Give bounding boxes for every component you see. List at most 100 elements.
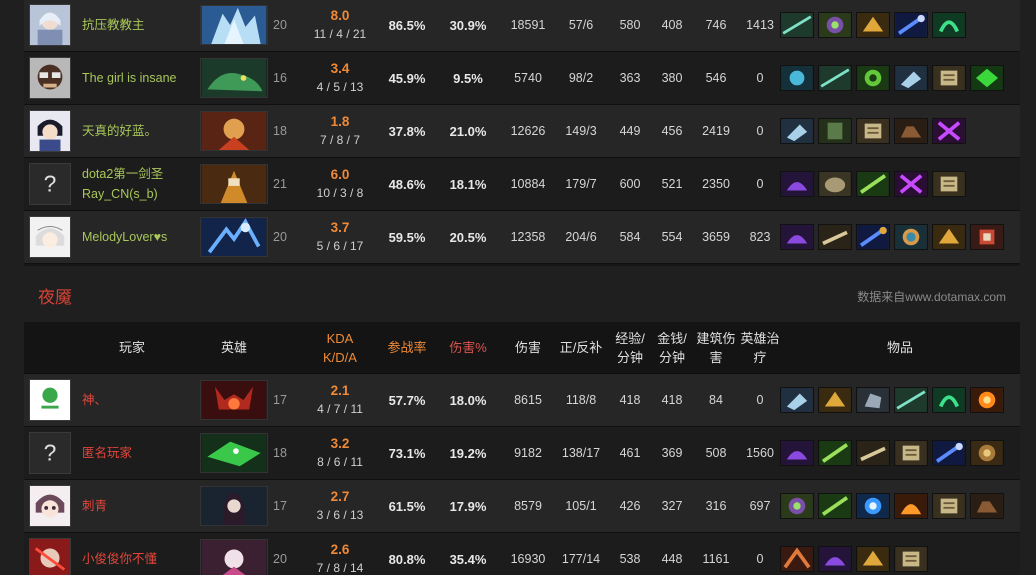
header-damage[interactable]: 伤害 [502,322,554,373]
xp-per-min: 538 [619,552,641,566]
hero-portrait[interactable] [200,539,268,575]
item-icon[interactable] [932,171,966,197]
damage-percent: 18.1% [449,176,487,192]
item-icon[interactable] [932,12,966,38]
item-icon[interactable] [970,493,1004,519]
avatar[interactable]: ? [29,432,71,474]
header-building[interactable]: 建筑伤害 [694,322,738,373]
item-icon[interactable] [780,224,814,250]
header-xpm[interactable]: 经验/分钟 [610,322,650,373]
player-name[interactable]: 小俊俊你不懂 [82,533,194,575]
item-icon[interactable] [970,440,1004,466]
kda-values: 7 / 8 / 14 [316,561,364,575]
building-damage: 746 [705,18,727,32]
table-row: ? dota2第一剑圣 Ray_CN(s_b) 21 6.0 10 / 3 / 8 … [24,158,1020,211]
avatar[interactable]: ? [29,163,71,205]
item-icon[interactable] [894,387,928,413]
header-participation[interactable]: 参战率 [374,322,440,373]
player-name[interactable]: The girl is insane [82,52,194,104]
item-list [780,105,966,157]
header-gpm[interactable]: 金钱/分钟 [652,322,692,373]
hero-portrait[interactable] [200,380,268,420]
item-icon[interactable] [856,118,890,144]
hero-portrait[interactable] [200,164,268,204]
avatar[interactable] [29,538,71,575]
item-icon[interactable] [932,493,966,519]
item-icon[interactable] [856,12,890,38]
table-row: The girl is insane 16 3.4 4 / 5 / 13 45.9… [24,52,1020,105]
item-icon[interactable] [818,171,852,197]
item-icon[interactable] [818,387,852,413]
item-icon[interactable] [932,65,966,91]
last-hits-denies: 149/3 [565,124,597,138]
hero-level: 16 [273,71,287,85]
building-damage: 2350 [702,177,730,191]
avatar[interactable] [29,379,71,421]
item-icon[interactable] [780,440,814,466]
item-icon[interactable] [818,546,852,572]
item-icon[interactable] [856,493,890,519]
header-last-hits[interactable]: 正/反补 [554,322,608,373]
item-icon[interactable] [856,224,890,250]
item-icon[interactable] [780,12,814,38]
item-icon[interactable] [818,493,852,519]
avatar[interactable] [29,216,71,258]
header-damage-percent[interactable]: 伤害% [440,322,496,373]
player-name[interactable]: MelodyLover♥s [82,211,194,263]
item-icon[interactable] [894,224,928,250]
item-icon[interactable] [894,493,928,519]
item-icon[interactable] [894,12,928,38]
player-name[interactable]: 天真的好蓝。 [82,105,194,157]
item-icon[interactable] [780,65,814,91]
item-icon[interactable] [818,224,852,250]
item-icon[interactable] [818,65,852,91]
item-icon[interactable] [894,65,928,91]
player-name[interactable]: dota2第一剑圣 Ray_CN(s_b) [82,158,194,210]
item-icon[interactable] [856,171,890,197]
item-icon[interactable] [818,12,852,38]
header-healing[interactable]: 英雄治疗 [738,322,782,373]
item-icon[interactable] [894,546,928,572]
item-icon[interactable] [818,118,852,144]
item-icon[interactable] [932,118,966,144]
kda-ratio: 1.8 [330,114,350,129]
item-icon[interactable] [780,493,814,519]
avatar[interactable] [29,485,71,527]
item-icon[interactable] [780,171,814,197]
header-kda[interactable]: KDA K/D/A [310,322,370,373]
item-icon[interactable] [894,440,928,466]
hero-portrait[interactable] [200,58,268,98]
hero-portrait[interactable] [200,486,268,526]
item-icon[interactable] [970,387,1004,413]
avatar[interactable] [29,57,71,99]
player-name[interactable]: 刺青 [82,480,194,532]
item-icon[interactable] [894,118,928,144]
hero-portrait[interactable] [200,5,268,45]
avatar[interactable] [29,110,71,152]
player-name[interactable]: 抗压教教主 [82,0,194,51]
player-name[interactable]: 神、 [82,374,194,426]
avatar[interactable] [29,4,71,46]
item-icon[interactable] [856,440,890,466]
item-icon[interactable] [856,65,890,91]
item-list [780,0,966,51]
hero-portrait[interactable] [200,111,268,151]
hero-healing: 0 [756,124,764,138]
data-source[interactable]: 数据来自www.dotamax.com [857,288,1006,305]
item-icon[interactable] [894,171,928,197]
damage-percent: 35.4% [449,551,487,567]
item-icon[interactable] [970,224,1004,250]
hero-portrait[interactable] [200,217,268,257]
item-icon[interactable] [932,224,966,250]
item-icon[interactable] [856,546,890,572]
item-icon[interactable] [780,546,814,572]
item-icon[interactable] [818,440,852,466]
item-icon[interactable] [780,387,814,413]
item-icon[interactable] [932,387,966,413]
item-icon[interactable] [780,118,814,144]
item-icon[interactable] [856,387,890,413]
item-icon[interactable] [970,65,1004,91]
hero-portrait[interactable] [200,433,268,473]
player-name[interactable]: 匿名玩家 [82,427,194,479]
item-icon[interactable] [932,440,966,466]
